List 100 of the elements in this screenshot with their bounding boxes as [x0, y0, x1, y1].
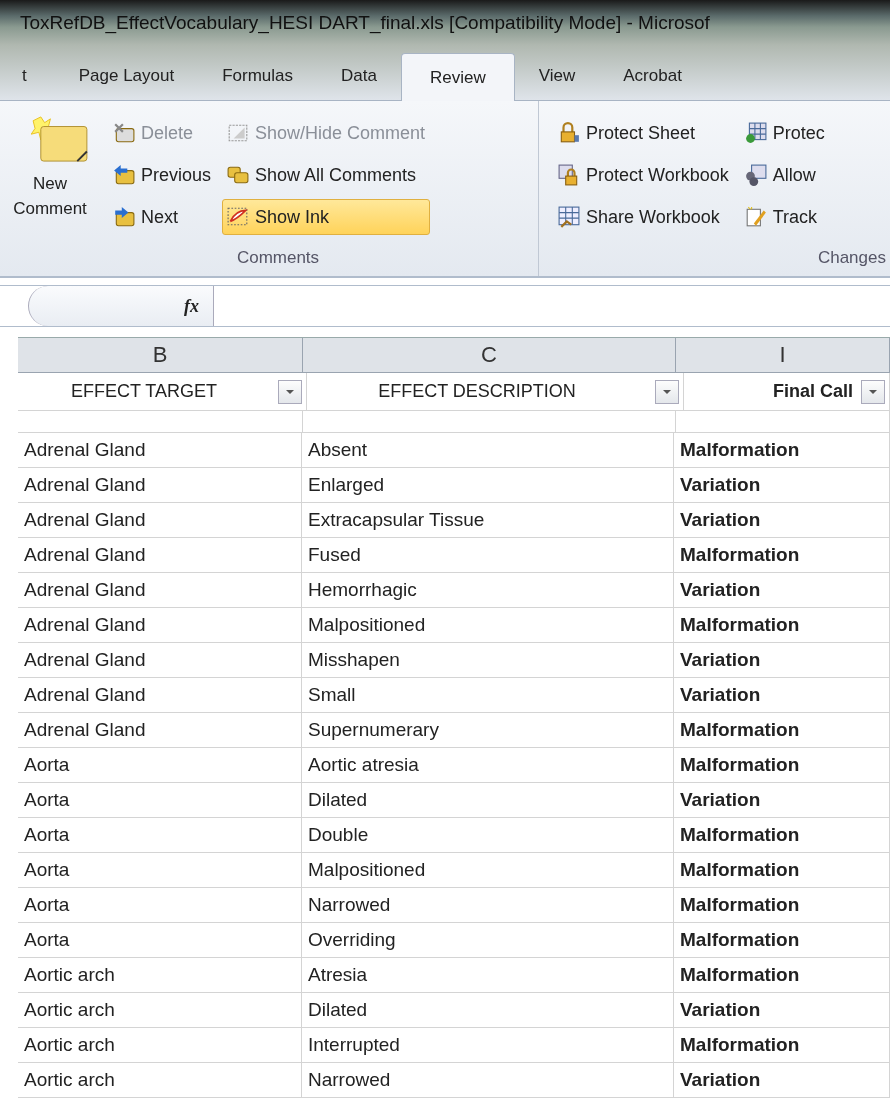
table-cell: Malformation	[674, 923, 890, 958]
filter-heading: EFFECT TARGET	[70, 381, 218, 402]
table-cell: Aorta	[18, 888, 302, 923]
table-cell: Aorta	[18, 818, 302, 853]
table-cell: Malformation	[674, 608, 890, 643]
column-header[interactable]: C	[303, 338, 676, 373]
table-cell: Aortic arch	[18, 993, 302, 1028]
table-cell: Variation	[674, 993, 890, 1028]
group-label: Comments	[235, 248, 321, 269]
filter-dropdown-button[interactable]	[655, 379, 679, 404]
empty-cell[interactable]	[18, 411, 303, 433]
filter-heading: EFFECT DESCRIPTION	[377, 381, 577, 402]
ribbon-button[interactable]: Previous	[108, 157, 217, 193]
table-cell: Malformation	[674, 713, 890, 748]
table-cell: Aortic arch	[18, 1063, 302, 1098]
table-cell: Adrenal Gland	[18, 713, 302, 748]
table-cell: Malformation	[674, 1028, 890, 1063]
filter-dropdown-button[interactable]	[861, 379, 885, 404]
table-cell: Aortic arch	[18, 958, 302, 993]
table-cell: Interrupted	[302, 1028, 674, 1063]
users-icon	[744, 164, 767, 186]
table-cell: Adrenal Gland	[18, 503, 302, 538]
table-cell: Aorta	[18, 923, 302, 958]
note-outline-icon	[227, 122, 250, 144]
ribbon-button[interactable]: Show All Comments	[222, 157, 431, 193]
padlock-icon	[558, 122, 580, 144]
table-cell: Variation	[674, 643, 890, 678]
ribbon-tab[interactable]: Page Layout	[54, 66, 199, 100]
table-cell: Enlarged	[302, 468, 674, 503]
ribbon-button[interactable]: Protec	[739, 115, 890, 151]
empty-cell[interactable]	[676, 411, 890, 433]
stacked-notes-icon	[227, 164, 250, 186]
table-cell: Dilated	[302, 993, 674, 1028]
name-box[interactable]: fx	[28, 286, 214, 326]
table-cell: Fused	[302, 538, 674, 573]
delete-note-icon	[113, 122, 135, 144]
ribbon-tab[interactable]: Review	[401, 53, 515, 101]
table-cell: Malformation	[674, 538, 890, 573]
previous-note-icon	[113, 164, 135, 186]
table-cell: Malpositioned	[302, 608, 674, 643]
table-cell: Malformation	[674, 853, 890, 888]
ribbon-button[interactable]: Show Ink	[222, 199, 431, 235]
table-cell: Dilated	[302, 783, 674, 818]
ribbon-tab[interactable]: Formulas	[198, 66, 318, 100]
spreadsheet-icon	[558, 206, 580, 228]
table-cell: Aorta	[18, 853, 302, 888]
dropdown-arrow-icon	[285, 388, 295, 395]
padlock-icon	[558, 164, 580, 186]
grid-icon	[744, 122, 767, 144]
table-cell: Narrowed	[302, 888, 674, 923]
table-cell: Variation	[674, 503, 890, 538]
table-cell: Variation	[674, 573, 890, 608]
window-title: ToxRefDB_EffectVocabulary_HESI DART_final.xls [Compatibility Mode] - Microsof	[20, 11, 710, 34]
table-cell: Adrenal Gland	[18, 678, 302, 713]
ribbon-tab[interactable]: Data	[317, 66, 401, 100]
table-cell: Malpositioned	[302, 853, 674, 888]
table-cell: Adrenal Gland	[18, 468, 302, 503]
table-cell: Absent	[302, 433, 674, 468]
table-cell: Variation	[674, 468, 890, 503]
table-cell: Malformation	[674, 888, 890, 923]
ribbon-tab[interactable]: View	[514, 66, 600, 100]
table-cell: Adrenal Gland	[18, 433, 302, 468]
table-cell: Variation	[674, 783, 890, 818]
empty-cell[interactable]	[303, 411, 676, 433]
table-cell: Overriding	[302, 923, 674, 958]
column-header[interactable]: I	[676, 338, 890, 373]
filter-heading: Final Call	[772, 381, 853, 402]
ribbon-button[interactable]: Share Workbook	[553, 199, 734, 235]
table-cell: Hemorrhagic	[302, 573, 674, 608]
table-cell: Aortic arch	[18, 1028, 302, 1063]
table-cell: Malformation	[674, 818, 890, 853]
ribbon-tab[interactable]: t	[18, 66, 55, 100]
table-cell: Supernumerary	[302, 713, 674, 748]
table-cell: Adrenal Gland	[18, 538, 302, 573]
table-cell: Small	[302, 678, 674, 713]
note-icon	[31, 115, 89, 163]
ribbon-button[interactable]: Track	[739, 199, 890, 235]
table-cell: Adrenal Gland	[18, 608, 302, 643]
table-cell: Double	[302, 818, 674, 853]
pen-stroke-icon	[227, 206, 250, 228]
table-cell: Malformation	[674, 748, 890, 783]
dropdown-arrow-icon	[868, 388, 878, 395]
table-cell: Extracapsular Tissue	[302, 503, 674, 538]
column-header[interactable]: B	[18, 338, 303, 373]
table-cell: Variation	[674, 678, 890, 713]
table-cell: Adrenal Gland	[18, 573, 302, 608]
dropdown-arrow-icon	[662, 388, 672, 395]
ribbon-tab[interactable]: Acrobat	[599, 66, 706, 100]
ribbon-button[interactable]: Allow	[739, 157, 890, 193]
function-label[interactable]: fx	[184, 295, 199, 317]
ribbon-button[interactable]: Protect Workbook	[553, 157, 734, 193]
table-cell: Adrenal Gland	[18, 643, 302, 678]
ribbon-button[interactable]: Next	[108, 199, 217, 235]
table-cell: Narrowed	[302, 1063, 674, 1098]
ribbon-button[interactable]: Protect Sheet	[553, 115, 734, 151]
pencil-document-icon	[744, 206, 767, 228]
table-cell: Aortic atresia	[302, 748, 674, 783]
filter-dropdown-button[interactable]	[278, 379, 302, 404]
next-note-icon	[113, 206, 135, 228]
table-cell: Aorta	[18, 783, 302, 818]
